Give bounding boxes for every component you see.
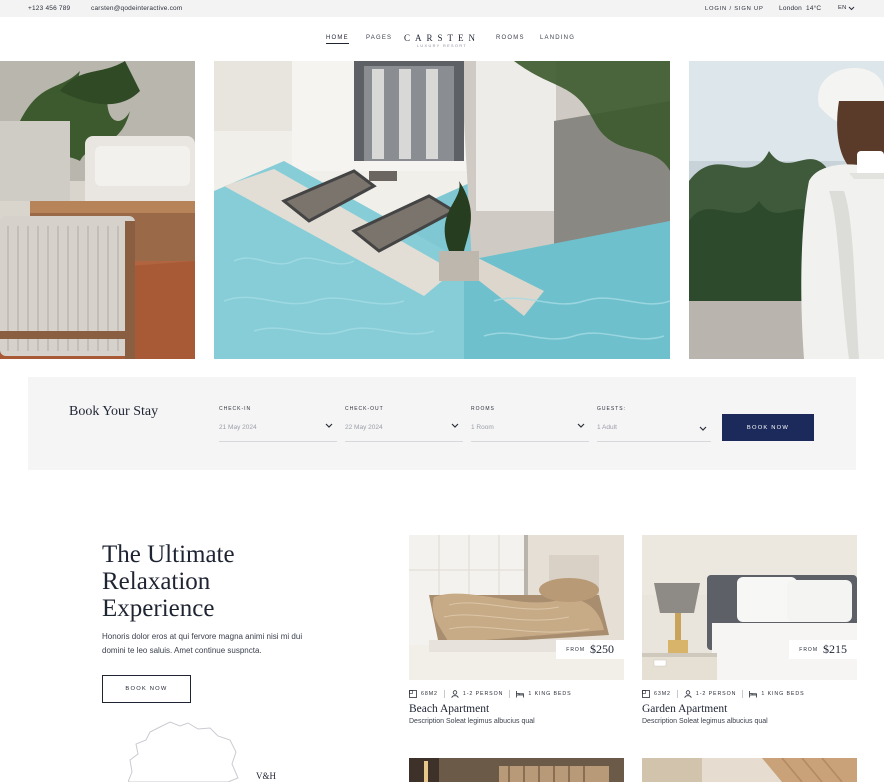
guests-label: GUESTS: [597, 406, 626, 412]
guests-value: 1 Adult [597, 424, 617, 431]
book-now-button[interactable]: BOOK NOW [722, 414, 814, 441]
chevron-down-icon [849, 6, 855, 10]
check-out-select[interactable]: CHECK-OUT 22 May 2024 [345, 406, 463, 442]
top-utility-bar: +123 456 789 carsten@qodeinteractive.com… [0, 0, 884, 17]
price-tag: FROM $250 [556, 640, 624, 659]
headline-line: Relaxation [102, 568, 211, 595]
room-card-garden-apartment[interactable]: FROM $215 63M2 1-2 PERSON 1 KING BEDS Ga… [642, 535, 857, 725]
main-navigation: HOME PAGES CARSTEN LUXURY RESORT ROOMS L… [0, 17, 884, 61]
person-icon [684, 690, 692, 698]
room-card-image-partial[interactable] [642, 758, 857, 782]
hero-image-patio [0, 61, 195, 359]
booking-title: Book Your Stay [69, 404, 159, 419]
chevron-down-icon [577, 423, 585, 428]
price-from-label: FROM [799, 646, 818, 653]
nav-rooms[interactable]: ROOMS [496, 35, 525, 41]
spec-divider [509, 690, 511, 698]
rooms-value: 1 Room [471, 424, 494, 431]
login-signup-link[interactable]: LOGIN / SIGN UP [705, 6, 764, 12]
headline-line: Experience [102, 595, 215, 622]
chevron-down-icon [699, 426, 707, 431]
bed-icon [516, 691, 525, 698]
price-amount: $215 [823, 642, 847, 656]
spec-divider [443, 690, 445, 698]
room-name[interactable]: Garden Apartment [642, 703, 857, 715]
email-address[interactable]: carsten@qodeinteractive.com [91, 5, 182, 12]
price-amount: $250 [590, 642, 614, 656]
room-beds: 1 KING BEDS [761, 691, 805, 697]
person-icon [451, 690, 459, 698]
section-headline: The Ultimate Relaxation Experience [102, 541, 342, 622]
room-name[interactable]: Beach Apartment [409, 703, 624, 715]
room-size-icon [409, 690, 417, 698]
weather-city: London [779, 5, 802, 12]
spec-divider [676, 690, 678, 698]
phone-number[interactable]: +123 456 789 [28, 5, 70, 12]
chevron-down-icon [325, 423, 333, 428]
room-beds: 1 KING BEDS [528, 691, 572, 697]
check-in-select[interactable]: CHECK-IN 21 May 2024 [219, 406, 337, 442]
nav-landing[interactable]: LANDING [540, 35, 575, 41]
language-selector[interactable]: EN [838, 5, 855, 11]
guests-select[interactable]: GUESTS: 1 Adult [597, 406, 711, 442]
check-in-label: CHECK-IN [219, 406, 252, 412]
room-size-icon [642, 690, 650, 698]
map-label: V&H [256, 771, 276, 781]
room-image[interactable]: FROM $215 [642, 535, 857, 680]
map-outline-icon [128, 721, 239, 782]
headline-line: The Ultimate [102, 541, 235, 568]
chevron-down-icon [451, 423, 459, 428]
room-persons: 1-2 PERSON [462, 691, 504, 697]
intro-paragraph: Honoris dolor eros at qui fervore magna … [102, 632, 303, 655]
hero-image-pool [214, 61, 670, 359]
room-card-beach-apartment[interactable]: FROM $250 68M2 1-2 PERSON 1 KING BEDS Be… [409, 535, 624, 725]
room-specs: 68M2 1-2 PERSON 1 KING BEDS [409, 689, 624, 699]
price-from-label: FROM [566, 646, 585, 653]
bed-icon [749, 691, 758, 698]
room-size: 63M2 [654, 691, 671, 697]
room-description: Description Soleat legimus albucius qual [409, 718, 535, 725]
brand-logo[interactable]: CARSTEN LUXURY RESORT [0, 33, 884, 48]
intro-book-now-button[interactable]: BOOK NOW [102, 675, 191, 703]
room-size: 68M2 [421, 691, 438, 697]
logo-wordmark: CARSTEN [403, 33, 480, 43]
price-tag: FROM $215 [789, 640, 857, 659]
rooms-select[interactable]: ROOMS 1 Room [471, 406, 589, 442]
check-out-label: CHECK-OUT [345, 406, 384, 412]
weather-temperature: 14°C [806, 5, 822, 12]
booking-form: Book Your Stay CHECK-IN 21 May 2024 CHEC… [28, 377, 856, 470]
logo-tagline: LUXURY RESORT [416, 44, 468, 48]
check-in-value: 21 May 2024 [219, 424, 257, 431]
room-image[interactable]: FROM $250 [409, 535, 624, 680]
hero-image-spa-guest [689, 61, 884, 359]
room-specs: 63M2 1-2 PERSON 1 KING BEDS [642, 689, 857, 699]
spec-divider [742, 690, 744, 698]
rooms-label: ROOMS [471, 406, 495, 412]
room-persons: 1-2 PERSON [695, 691, 737, 697]
room-description: Description Soleat legimus albucius qual [642, 718, 768, 725]
language-label: EN [838, 5, 847, 11]
check-out-value: 22 May 2024 [345, 424, 383, 431]
room-card-image-partial[interactable] [409, 758, 624, 782]
